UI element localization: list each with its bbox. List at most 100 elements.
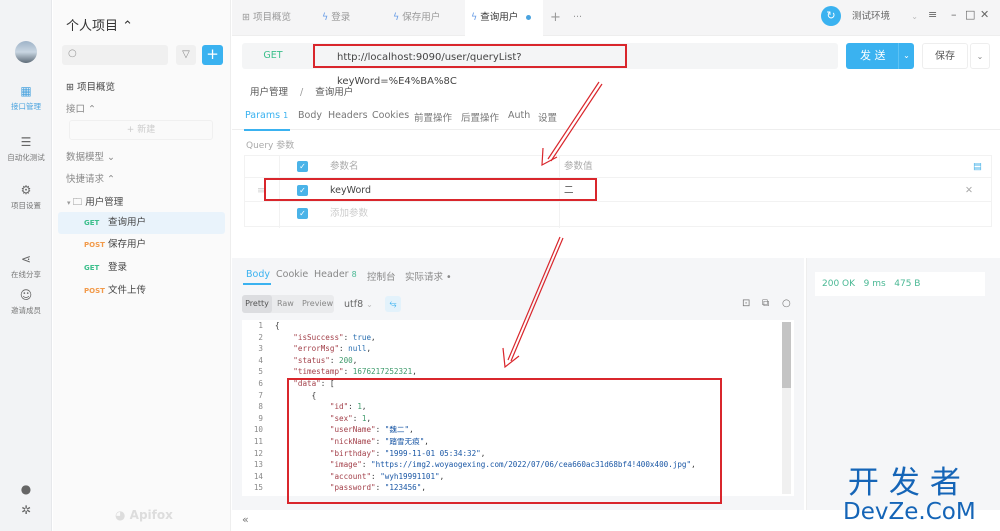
close-button[interactable]: ✕	[980, 8, 989, 21]
download-icon[interactable]: ⊡	[742, 298, 750, 309]
rail-label: 项目设置	[11, 201, 41, 210]
chevron-down-icon: ⌄	[976, 52, 984, 61]
avatar[interactable]	[15, 41, 37, 63]
request-bar: GET http://localhost:9090/user/queryList…	[242, 43, 838, 87]
view-preview[interactable]: Preview	[302, 295, 333, 313]
tab-auth[interactable]: Auth	[508, 110, 530, 121]
line-number: 6	[258, 378, 263, 388]
send-button[interactable]: 发 送 ⌄	[846, 43, 914, 69]
scrollbar-thumb[interactable]	[782, 322, 791, 388]
data-models-section[interactable]: 数据模型 ⌄	[66, 149, 115, 163]
grid-icon: ⊞	[242, 12, 253, 23]
select-all-checkbox[interactable]: ✓	[297, 161, 308, 172]
api-name: 登录	[108, 262, 128, 273]
rail-item-automation[interactable]: ☰ 自动化测试	[0, 135, 52, 163]
tab-params[interactable]: Params 1	[245, 110, 288, 121]
search-icon[interactable]: ○	[782, 298, 791, 309]
new-tab-button[interactable]: +	[550, 0, 561, 36]
response-time: 9 ms	[863, 279, 886, 289]
table-row-add: ✓ 添加参数	[245, 203, 991, 225]
url-input[interactable]: http://localhost:9090/user/queryList?key…	[313, 44, 627, 87]
gear-icon: ✲	[20, 503, 32, 517]
sidebar: 个人项目 ⌃ ○ ▽ + ⊞ 项目概览 接口 ⌃ + 新建 数据模型 ⌄ 快捷请…	[53, 0, 231, 531]
project-switcher[interactable]: 个人项目 ⌃	[66, 15, 133, 34]
filter-button[interactable]: ▽	[176, 45, 196, 65]
tab-label: 登录	[331, 12, 351, 23]
tab-label: Params	[245, 110, 281, 121]
table-header: ✓ 参数名 参数值 ▤	[245, 156, 991, 178]
save-more-button[interactable]: ⌄	[970, 43, 990, 69]
tab-response-cookie[interactable]: Cookie	[276, 269, 308, 280]
bell-icon: ●	[20, 482, 32, 496]
line-number: 9	[258, 413, 263, 423]
api-item[interactable]: POST 文件上传	[58, 280, 225, 302]
settings-button[interactable]: ✲	[0, 503, 52, 520]
method-badge: GET	[84, 264, 100, 272]
line-number: 7	[258, 390, 263, 400]
view-pretty[interactable]: Pretty	[242, 295, 272, 313]
overview-label: 项目概览	[76, 82, 115, 93]
method-select[interactable]: GET	[242, 43, 304, 69]
quick-requests-section[interactable]: 快捷请求 ⌃	[66, 171, 115, 185]
tab-body[interactable]: Body	[298, 110, 322, 121]
tab-post-processors[interactable]: 后置操作	[461, 110, 499, 124]
collapse-button[interactable]: «	[242, 513, 249, 526]
tab-label: 查询用户	[480, 12, 519, 23]
tab-save-user[interactable]: ϟ 保存用户	[393, 0, 440, 36]
line-number: 4	[258, 355, 263, 365]
tab-response-header[interactable]: Header 8	[314, 269, 357, 280]
delete-row-icon[interactable]: ✕	[965, 180, 973, 202]
rail-item-share[interactable]: ⋖ 在线分享	[0, 252, 52, 280]
api-item[interactable]: GET 查询用户	[58, 212, 225, 234]
tab-pre-processors[interactable]: 前置操作	[414, 110, 452, 124]
interfaces-section[interactable]: 接口 ⌃	[66, 101, 96, 115]
folder-user-management[interactable]: ▾ 🗀 用户管理	[67, 194, 123, 211]
chevron-down-icon[interactable]: ⌄	[898, 43, 914, 69]
row-checkbox[interactable]: ✓	[297, 208, 308, 219]
maximize-button[interactable]: □	[965, 8, 975, 21]
bulk-edit-icon[interactable]: ▤	[973, 156, 982, 178]
tab-response-body[interactable]: Body	[246, 269, 270, 280]
tab-query-user[interactable]: ϟ 查询用户	[465, 0, 543, 36]
tab-console[interactable]: 控制台	[367, 269, 396, 283]
send-label: 发 送	[860, 49, 886, 62]
rail-label: 接口管理	[11, 102, 41, 111]
search-input[interactable]: ○	[62, 45, 168, 65]
wrap-lines-icon[interactable]: ⥃	[385, 296, 401, 312]
save-button[interactable]: 保存	[922, 43, 968, 69]
minimize-button[interactable]: –	[951, 8, 957, 21]
share-icon: ⋖	[20, 252, 32, 266]
tab-actual-request[interactable]: 实际请求 •	[405, 269, 452, 283]
tab-overview[interactable]: ⊞ 项目概览	[242, 0, 291, 36]
environment-select[interactable]: 测试环境 ⌄	[852, 8, 920, 26]
apifox-logo-icon: ◕	[115, 508, 130, 522]
rail-item-settings[interactable]: ⚙ 项目设置	[0, 183, 52, 211]
breadcrumb-parent[interactable]: 用户管理	[250, 87, 288, 98]
encoding-select[interactable]: utf8 ⌄	[344, 299, 373, 310]
tab-headers[interactable]: Headers	[328, 110, 368, 121]
tab-more-button[interactable]: ···	[573, 0, 582, 36]
new-button[interactable]: + 新建	[69, 120, 213, 140]
api-item[interactable]: GET 登录	[58, 257, 225, 279]
rail-item-invite[interactable]: ☺ 邀请成员	[0, 288, 52, 316]
watermark: 开发者 DevZe.CoM	[843, 467, 976, 524]
watermark-line2: DevZe.CoM	[843, 499, 976, 525]
notifications-button[interactable]: ●	[0, 482, 52, 499]
copy-icon[interactable]: ⧉	[762, 298, 769, 309]
rail-label: 自动化测试	[7, 153, 45, 162]
rail-item-api[interactable]: ▦ 接口管理	[0, 84, 52, 112]
column-header-name: 参数名	[330, 161, 359, 172]
tab-cookies[interactable]: Cookies	[372, 110, 409, 121]
lightning-icon: ϟ	[322, 12, 329, 23]
tab-login[interactable]: ϟ 登录	[322, 0, 350, 36]
menu-icon[interactable]: ≡	[928, 8, 937, 21]
add-button[interactable]: +	[202, 45, 223, 65]
view-raw[interactable]: Raw	[277, 295, 294, 313]
scrollbar[interactable]	[782, 322, 791, 494]
api-item[interactable]: POST 保存用户	[58, 234, 225, 256]
add-param-input[interactable]: 添加参数	[330, 203, 368, 225]
refresh-icon[interactable]: ↻	[821, 6, 841, 26]
tab-settings[interactable]: 设置	[538, 110, 557, 124]
unsaved-dot	[526, 15, 532, 20]
sidebar-item-overview[interactable]: ⊞ 项目概览	[66, 79, 115, 93]
